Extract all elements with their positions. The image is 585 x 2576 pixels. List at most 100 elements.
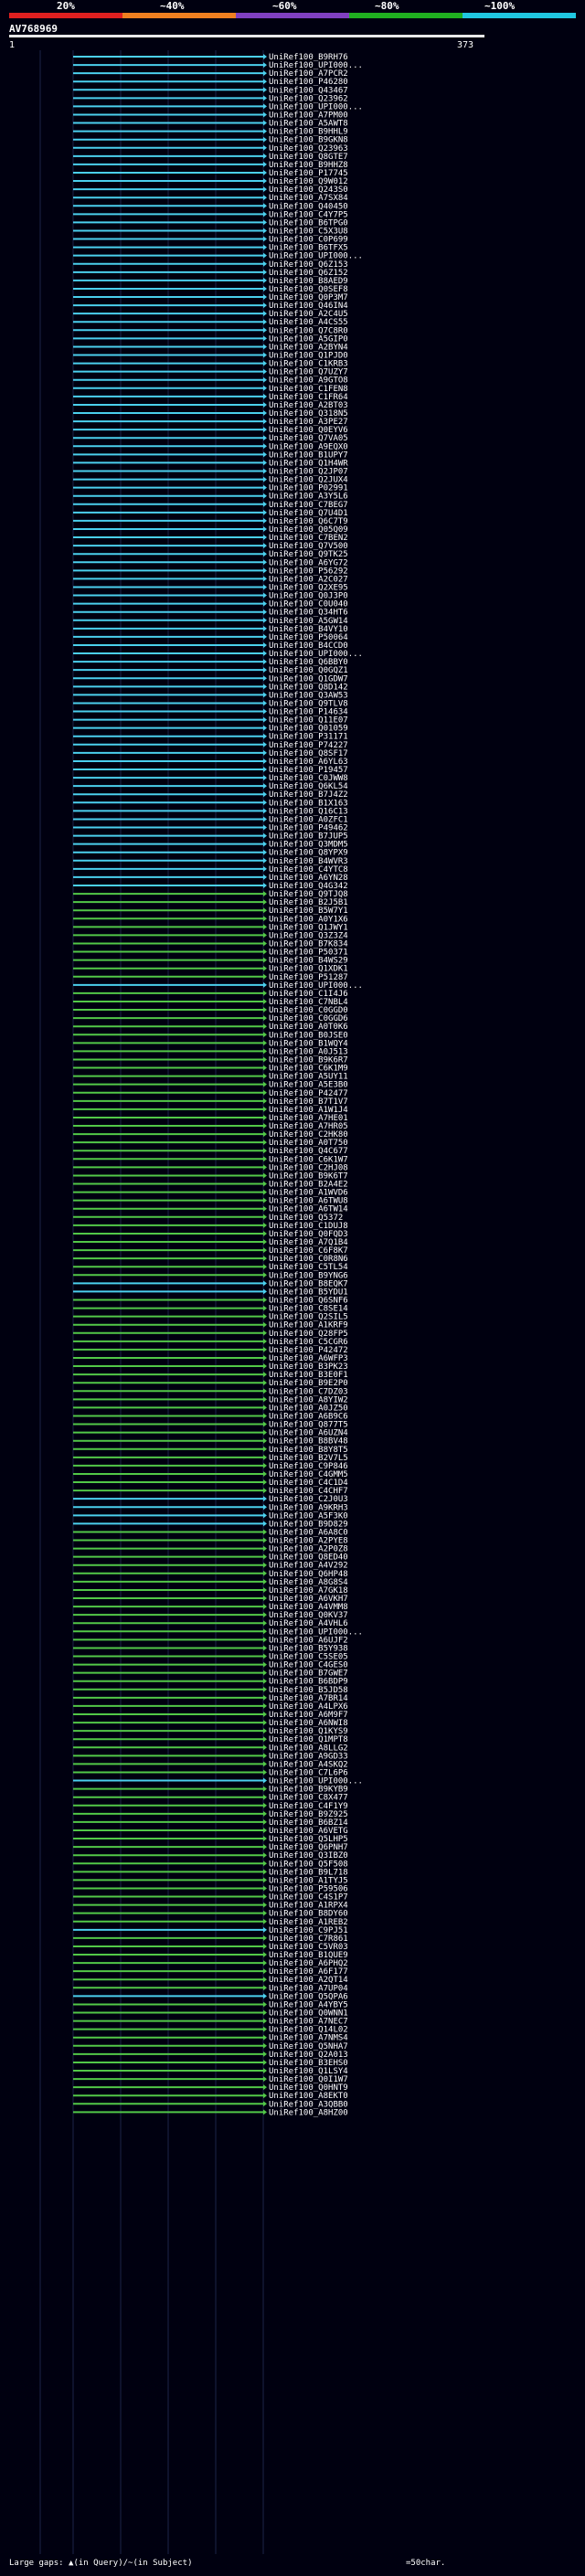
hit-arrow-icon	[263, 1222, 267, 1228]
hit-arrow-icon	[263, 294, 267, 301]
hit-arrow-icon	[263, 302, 267, 309]
hit-arrow-icon	[263, 1620, 267, 1627]
hit-arrow-icon	[263, 1712, 267, 1717]
hit-arrow-icon	[263, 1429, 267, 1436]
hit-arrow-icon	[263, 2068, 267, 2074]
hit-arrow-icon	[263, 1065, 267, 1071]
hit-arrow-icon	[263, 285, 267, 292]
hit-arrow-icon	[263, 311, 267, 317]
hit-arrow-icon	[263, 1637, 267, 1643]
hit-arrow-icon	[263, 716, 267, 723]
hit-row[interactable]: UniRef100_A8HZ00	[73, 2108, 348, 2117]
hit-arrow-icon	[263, 1123, 267, 1129]
hit-arrow-icon	[263, 1852, 267, 1859]
hit-arrow-icon	[263, 87, 267, 93]
hit-arrow-icon	[263, 484, 267, 491]
hit-arrow-icon	[263, 244, 267, 250]
hit-arrow-icon	[263, 1181, 267, 1187]
hit-arrow-icon	[263, 509, 267, 515]
hit-arrow-icon	[263, 1488, 267, 1494]
hit-arrow-icon	[263, 1321, 267, 1328]
hit-arrow-icon	[263, 584, 267, 590]
hit-arrow-icon	[263, 567, 267, 574]
hit-arrow-icon	[263, 965, 267, 971]
hit-arrow-icon	[263, 1032, 267, 1038]
hit-arrow-icon	[263, 1537, 267, 1543]
hit-arrow-icon	[263, 136, 267, 143]
hit-arrow-icon	[263, 1512, 267, 1519]
hit-arrow-icon	[263, 1454, 267, 1460]
hit-arrow-icon	[263, 841, 267, 847]
hit-arrow-icon	[263, 128, 267, 134]
hit-arrow-icon	[263, 1686, 267, 1692]
hit-arrow-icon	[263, 949, 267, 955]
hit-arrow-icon	[263, 535, 267, 541]
hit-arrow-icon	[263, 1205, 267, 1212]
hit-arrow-icon	[263, 874, 267, 880]
hit-arrow-icon	[263, 791, 267, 798]
hit-arrow-icon	[263, 1380, 267, 1386]
hit-label[interactable]: UniRef100_A8HZ00	[269, 2108, 348, 2117]
hit-arrow-icon	[263, 1985, 267, 1991]
hit-arrow-icon	[263, 1462, 267, 1468]
hit-arrow-icon	[263, 932, 267, 938]
large-gaps-legend: Large gaps: ▲(in Query)/~(in Subject)	[9, 2559, 193, 2568]
hit-arrow-icon	[263, 1106, 267, 1112]
hit-arrow-icon	[263, 1720, 267, 1726]
scale-legend: =50char.	[406, 2559, 445, 2568]
hit-arrow-icon	[263, 1007, 267, 1013]
hit-arrow-icon	[263, 252, 267, 259]
hit-arrow-icon	[263, 1586, 267, 1593]
hit-arrow-icon	[263, 1230, 267, 1236]
hit-arrow-icon	[263, 54, 267, 59]
hit-arrow-icon	[263, 2026, 267, 2032]
hit-arrow-icon	[263, 783, 267, 790]
hit-arrow-icon	[263, 1131, 267, 1138]
hit-arrow-icon	[263, 559, 267, 566]
hit-arrow-icon	[263, 376, 267, 383]
hit-arrow-icon	[263, 916, 267, 922]
hit-arrow-icon	[263, 501, 267, 507]
hit-arrow-icon	[263, 891, 267, 897]
hit-arrow-icon	[263, 659, 267, 665]
hit-arrow-icon	[263, 2059, 267, 2065]
hit-arrow-icon	[263, 2009, 267, 2016]
hit-arrow-icon	[263, 1761, 267, 1767]
hit-arrow-icon	[263, 1827, 267, 1833]
hit-arrow-icon	[263, 592, 267, 599]
hit-arrow-icon	[263, 1777, 267, 1784]
hit-arrow-icon	[263, 749, 267, 756]
hit-arrow-icon	[263, 1372, 267, 1378]
hit-arrow-icon	[263, 186, 267, 193]
hit-arrow-icon	[263, 733, 267, 739]
hit-arrow-icon	[263, 1860, 267, 1867]
hit-arrow-icon	[263, 144, 267, 151]
hit-arrow-icon	[263, 2042, 267, 2049]
hit-arrow-icon	[263, 800, 267, 806]
hit-arrow-icon	[263, 1363, 267, 1370]
hit-arrow-icon	[263, 883, 267, 888]
hit-arrow-icon	[263, 600, 267, 607]
hit-arrow-icon	[263, 1272, 267, 1278]
hit-arrow-icon	[263, 1902, 267, 1908]
hit-arrow-icon	[263, 1247, 267, 1254]
hit-arrow-icon	[263, 178, 267, 185]
hit-arrow-icon	[263, 2093, 267, 2099]
hit-arrow-icon	[263, 675, 267, 682]
hit-arrow-icon	[263, 1239, 267, 1246]
hit-arrow-icon	[263, 70, 267, 77]
hit-arrow-icon	[263, 1595, 267, 1602]
hit-arrow-icon	[263, 344, 267, 350]
hit-arrow-icon	[263, 1521, 267, 1527]
hit-arrow-icon	[263, 525, 267, 532]
hit-arrow-icon	[263, 2018, 267, 2024]
hit-arrow-icon	[263, 79, 267, 85]
hit-arrow-icon	[263, 1960, 267, 1966]
hit-arrow-icon	[263, 1172, 267, 1179]
hit-arrow-icon	[263, 1405, 267, 1411]
hit-arrow-icon	[263, 385, 267, 391]
hit-arrow-icon	[263, 957, 267, 963]
hit-arrow-icon	[263, 319, 267, 325]
hit-arrow-icon	[263, 1612, 267, 1618]
hit-arrow-icon	[263, 1670, 267, 1676]
